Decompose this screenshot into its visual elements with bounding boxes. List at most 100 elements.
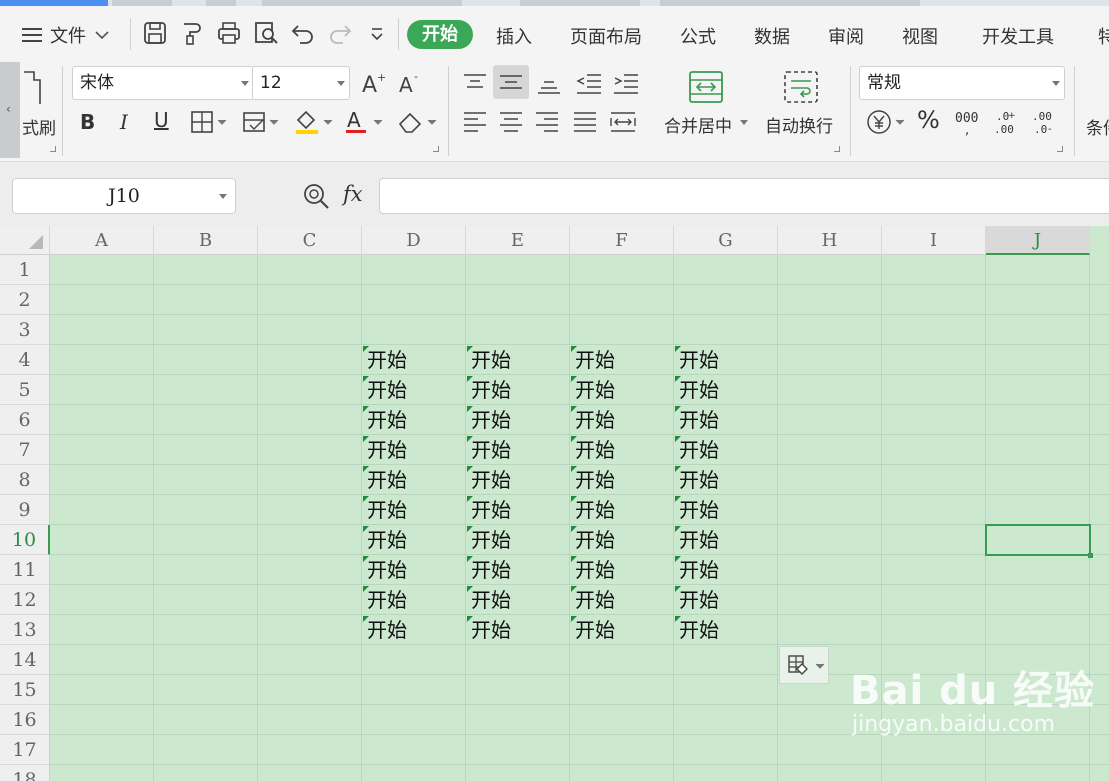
undo-icon[interactable] [290, 20, 316, 46]
row-header-16[interactable]: 16 [0, 705, 50, 735]
align-bottom-icon[interactable] [536, 72, 562, 94]
row-header-15[interactable]: 15 [0, 675, 50, 705]
underline-icon[interactable]: U [154, 108, 169, 132]
zoom-formula-icon[interactable] [302, 182, 332, 210]
font-color-icon[interactable]: A [344, 108, 384, 136]
align-top-icon[interactable] [462, 72, 488, 94]
format-painter-label[interactable]: 式刷 [22, 114, 56, 139]
row-header-2[interactable]: 2 [0, 285, 50, 315]
decrease-indent-icon[interactable] [575, 72, 603, 94]
print-icon[interactable] [216, 20, 242, 46]
row-header-5[interactable]: 5 [0, 375, 50, 405]
redo-icon[interactable] [327, 20, 353, 46]
formula-input[interactable] [379, 178, 1109, 214]
text-number-indicator [571, 466, 577, 472]
column-header-j[interactable]: J [986, 226, 1090, 255]
format-painter-large-icon[interactable] [22, 68, 42, 104]
column-header-d[interactable]: D [362, 226, 466, 255]
bold-icon[interactable]: B [80, 110, 95, 134]
text-number-indicator [363, 436, 369, 442]
conditional-format-label[interactable]: 条件 [1086, 114, 1109, 139]
justify-icon[interactable] [572, 110, 598, 134]
tab-review[interactable]: 审阅 [828, 23, 864, 49]
number-format-value: 常规 [867, 73, 901, 93]
customize-icon[interactable] [364, 20, 390, 46]
decrease-decimal-icon[interactable]: .00.0- [1030, 108, 1060, 136]
column-header-i[interactable]: I [882, 226, 986, 255]
row-header-18[interactable]: 18 [0, 765, 50, 781]
tab-page-layout[interactable]: 页面布局 [570, 23, 642, 49]
column-header-c[interactable]: C [258, 226, 362, 255]
column-header-b[interactable]: B [154, 226, 258, 255]
row-header-14[interactable]: 14 [0, 645, 50, 675]
name-box[interactable]: J10 [12, 178, 236, 214]
column-header-h[interactable]: H [778, 226, 882, 255]
format-painter-icon[interactable] [178, 20, 204, 46]
ribbon-scroll-left[interactable]: ‹ [0, 62, 20, 158]
row-header-11[interactable]: 11 [0, 555, 50, 585]
align-left-icon[interactable] [462, 110, 488, 134]
italic-icon[interactable]: I [120, 110, 128, 134]
tab-special[interactable]: 特 [1098, 23, 1109, 49]
save-icon[interactable] [142, 20, 168, 46]
align-middle-button[interactable] [493, 65, 529, 99]
increase-decimal-icon[interactable]: .0+.00 [992, 108, 1022, 136]
column-header-g[interactable]: G [674, 226, 778, 255]
fill-color-icon[interactable] [294, 108, 334, 136]
distributed-align-icon[interactable] [609, 110, 637, 134]
merge-center-dropdown-icon[interactable] [740, 120, 748, 125]
merge-center-icon[interactable] [688, 70, 724, 104]
row-header-4[interactable]: 4 [0, 345, 50, 375]
tab-developer[interactable]: 开发工具 [982, 23, 1054, 49]
row-header-12[interactable]: 12 [0, 585, 50, 615]
row-header-8[interactable]: 8 [0, 465, 50, 495]
increase-font-icon[interactable]: A + [360, 70, 388, 96]
file-menu-label: 文件 [50, 26, 86, 47]
cell-style-icon[interactable] [242, 110, 282, 134]
tab-insert[interactable]: 插入 [496, 23, 532, 49]
file-menu[interactable]: 文件 [22, 22, 110, 48]
row-header-17[interactable]: 17 [0, 735, 50, 765]
fx-icon[interactable]: fx [343, 182, 363, 206]
tab-formulas[interactable]: 公式 [680, 23, 716, 49]
row-header-3[interactable]: 3 [0, 315, 50, 345]
text-number-indicator [467, 466, 473, 472]
hamburger-icon [22, 27, 42, 43]
tab-view[interactable]: 视图 [902, 23, 938, 49]
row-header-13[interactable]: 13 [0, 615, 50, 645]
row-header-1[interactable]: 1 [0, 255, 50, 285]
font-size-select[interactable]: 12 [252, 66, 350, 100]
align-right-icon[interactable] [534, 110, 560, 134]
border-icon[interactable] [190, 110, 230, 134]
watermark-line1: Bai du 经验 [850, 668, 1096, 714]
paste-options-button[interactable] [779, 646, 829, 684]
wrap-text-icon[interactable] [783, 70, 819, 104]
text-number-indicator [467, 526, 473, 532]
currency-icon[interactable] [866, 108, 908, 136]
font-name-select[interactable]: 宋体 [72, 66, 254, 100]
tab-home[interactable]: 开始 [407, 20, 473, 49]
clear-format-icon[interactable] [396, 110, 438, 134]
percent-icon[interactable]: % [917, 106, 940, 134]
ribbon: ‹ 式刷 宋体 12 A + A- B I U A 合并居中 自动换行 常规 %… [0, 60, 1109, 162]
column-header-e[interactable]: E [466, 226, 570, 255]
text-number-indicator [675, 346, 681, 352]
row-header-6[interactable]: 6 [0, 405, 50, 435]
selected-cell-outline[interactable] [985, 524, 1093, 558]
column-header-f[interactable]: F [570, 226, 674, 255]
increase-indent-icon[interactable] [612, 72, 640, 94]
tab-data[interactable]: 数据 [754, 23, 790, 49]
worksheet-grid[interactable]: A B C D E F G H I J 1 2 3 4 5 6 7 8 9 10 11 12 13 14 15 16 17 18 开始开… [0, 226, 1109, 781]
decrease-font-icon[interactable]: A- [397, 70, 425, 96]
row-header-7[interactable]: 7 [0, 435, 50, 465]
merge-center-label[interactable]: 合并居中 [664, 112, 732, 137]
thousands-separator-icon[interactable]: 000, [955, 108, 983, 136]
print-preview-icon[interactable] [253, 20, 279, 46]
row-header-9[interactable]: 9 [0, 495, 50, 525]
row-header-10[interactable]: 10 [0, 525, 50, 555]
number-format-select[interactable]: 常规 [859, 66, 1065, 100]
wrap-text-label[interactable]: 自动换行 [765, 112, 833, 137]
select-all-button[interactable] [0, 226, 50, 255]
column-header-a[interactable]: A [50, 226, 154, 255]
align-center-icon[interactable] [498, 110, 524, 134]
